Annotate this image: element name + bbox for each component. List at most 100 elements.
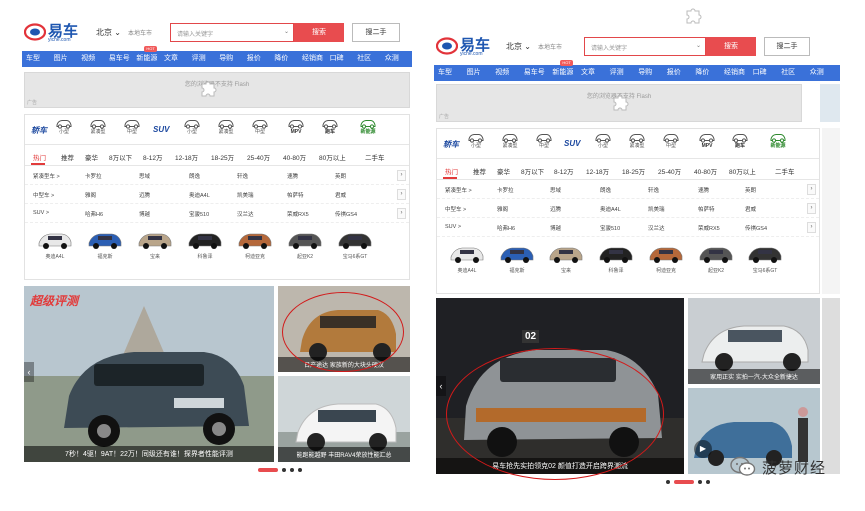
price-tab[interactable]: 推荐 xyxy=(61,152,74,162)
model-link[interactable]: 宝骏510 xyxy=(600,224,620,232)
car-thumbnail[interactable]: 福克斯 xyxy=(497,241,537,274)
chevron-right-icon[interactable]: › xyxy=(807,184,816,195)
model-link[interactable]: 君威 xyxy=(745,205,756,213)
model-link[interactable]: 轩逸 xyxy=(237,172,248,180)
prev-slide-button[interactable]: ‹ xyxy=(24,362,34,382)
price-tab[interactable]: 12-18万 xyxy=(586,166,609,176)
car-type-item[interactable]: 中型 xyxy=(658,132,684,150)
nav-item[interactable]: 新能源 HOT xyxy=(552,60,573,81)
featured-slide-main[interactable]: 超级评测 ‹ 7秒！4驱！9AT！22万！同级还有谁！探界者性能评测 xyxy=(24,286,274,462)
model-link[interactable]: 凯美瑞 xyxy=(237,191,254,199)
price-tab[interactable]: 热门 xyxy=(445,166,458,176)
nav-item[interactable]: 文章 xyxy=(581,65,595,81)
model-link[interactable]: 轩逸 xyxy=(648,186,659,194)
model-link[interactable]: 荣威RX5 xyxy=(287,210,309,218)
price-tab[interactable]: 18-25万 xyxy=(622,166,645,176)
nav-item[interactable]: 车型 xyxy=(438,65,452,81)
nav-item[interactable]: 文章 xyxy=(164,51,178,67)
model-link[interactable]: 帕萨特 xyxy=(698,205,715,213)
model-link[interactable]: 英朗 xyxy=(745,186,756,194)
car-thumbnail[interactable]: 起亚K2 xyxy=(696,241,736,274)
price-tab[interactable]: 25-40万 xyxy=(247,152,270,162)
nav-item[interactable]: 经销商 xyxy=(302,51,323,67)
model-row-label[interactable]: 紧凑型车 > xyxy=(445,186,472,194)
model-link[interactable]: 凯美瑞 xyxy=(648,205,665,213)
car-type-item[interactable]: 小型 xyxy=(179,118,205,136)
model-link[interactable]: 雅阁 xyxy=(497,205,508,213)
model-link[interactable]: 传祺GS4 xyxy=(745,224,767,232)
car-thumbnail[interactable]: 柯迪亚克 xyxy=(235,227,275,260)
suv-group-label[interactable]: SUV xyxy=(564,139,580,148)
price-tab[interactable]: 推荐 xyxy=(473,166,486,176)
model-link[interactable]: 哈弗H6 xyxy=(497,224,515,232)
nav-item[interactable]: 众测 xyxy=(810,65,824,81)
model-link[interactable]: 传祺GS4 xyxy=(335,210,357,218)
nav-item[interactable]: 报价 xyxy=(667,65,681,81)
featured-slide-top[interactable]: 家用正实 实拍一汽-大众全新捷达 xyxy=(688,298,820,384)
price-tab[interactable]: 豪华 xyxy=(85,152,98,162)
model-link[interactable]: 博越 xyxy=(139,210,150,218)
search-input[interactable]: 请输入关键字 xyxy=(170,23,294,42)
model-link[interactable]: 荣威RX5 xyxy=(698,224,720,232)
car-type-item[interactable]: 中型 xyxy=(119,118,145,136)
model-link[interactable]: 奥迪A4L xyxy=(189,191,210,199)
price-tab[interactable]: 二手车 xyxy=(775,166,795,176)
nav-item[interactable]: 新能源 HOT xyxy=(136,46,157,67)
city-selector[interactable]: 北京 ⌄ xyxy=(506,41,531,52)
car-type-item[interactable]: 紧凑型 xyxy=(213,118,239,136)
car-type-item[interactable]: 小型 xyxy=(590,132,616,150)
model-row-label[interactable]: SUV > xyxy=(445,224,461,230)
nav-item[interactable]: 易车号 xyxy=(524,65,545,81)
car-thumbnail[interactable]: 奥迪A4L xyxy=(447,241,487,274)
model-link[interactable]: 帕萨特 xyxy=(287,191,304,199)
site-logo[interactable]: 易车 yiche.com xyxy=(436,36,490,57)
price-tab[interactable]: 40-80万 xyxy=(694,166,717,176)
carousel-dot[interactable] xyxy=(258,468,278,472)
search-dropdown-icon[interactable]: ⌄ xyxy=(696,42,701,49)
search-input[interactable]: 请输入关键字 xyxy=(584,37,706,56)
car-type-item[interactable]: MPV xyxy=(283,118,309,136)
nav-item[interactable]: 口碑 xyxy=(330,51,344,67)
car-type-item[interactable]: 紧凑型 xyxy=(85,118,111,136)
carousel-dot[interactable] xyxy=(282,468,286,472)
carousel-dot[interactable] xyxy=(290,468,294,472)
nav-item[interactable]: 评测 xyxy=(192,51,206,67)
model-link[interactable]: 宝骏510 xyxy=(189,210,209,218)
nav-item[interactable]: 社区 xyxy=(357,51,371,67)
chevron-right-icon[interactable]: › xyxy=(397,208,406,219)
model-link[interactable]: 朗逸 xyxy=(189,172,200,180)
carousel-dot[interactable] xyxy=(674,480,694,484)
used-car-button[interactable]: 搜二手 xyxy=(764,37,810,56)
featured-slide-bottom[interactable]: 能跑能越野 丰田RAV4荣放性能汇总 xyxy=(278,376,410,462)
car-type-item[interactable]: 新能源 xyxy=(765,132,791,150)
local-market-link[interactable]: 本地车市 xyxy=(538,42,562,51)
model-link[interactable]: 哈弗H6 xyxy=(85,210,103,218)
carousel-dot[interactable] xyxy=(298,468,302,472)
nav-item[interactable]: 众测 xyxy=(385,51,399,67)
chevron-right-icon[interactable]: › xyxy=(807,222,816,233)
play-video-icon[interactable]: ▶ xyxy=(694,440,712,458)
car-thumbnail[interactable]: 宝来 xyxy=(546,241,586,274)
model-link[interactable]: 汉兰达 xyxy=(237,210,254,218)
search-button[interactable]: 搜索 xyxy=(294,23,344,42)
price-tab[interactable]: 12-18万 xyxy=(175,152,198,162)
model-row-label[interactable]: 紧凑型车 > xyxy=(33,172,60,180)
model-link[interactable]: 卡罗拉 xyxy=(497,186,514,194)
price-tab[interactable]: 80万以上 xyxy=(729,166,756,176)
site-logo[interactable]: 易车 yiche.com xyxy=(24,22,78,43)
search-dropdown-icon[interactable]: ⌄ xyxy=(284,28,289,35)
price-tab[interactable]: 18-25万 xyxy=(211,152,234,162)
car-thumbnail[interactable]: 宝马6系GT xyxy=(745,241,785,274)
model-link[interactable]: 卡罗拉 xyxy=(85,172,102,180)
car-type-item[interactable]: 紧凑型 xyxy=(497,132,523,150)
price-tab[interactable]: 8万以下 xyxy=(521,166,544,176)
sedan-group-label[interactable]: 轿车 xyxy=(31,125,47,136)
car-type-item[interactable]: 跑车 xyxy=(727,132,753,150)
nav-item[interactable]: 视频 xyxy=(495,65,509,81)
price-tab[interactable]: 40-80万 xyxy=(283,152,306,162)
car-type-item[interactable]: 新能源 xyxy=(355,118,381,136)
model-link[interactable]: 奥迪A4L xyxy=(600,205,621,213)
nav-item[interactable]: 图片 xyxy=(467,65,481,81)
car-thumbnail[interactable]: 科鲁泽 xyxy=(185,227,225,260)
carousel-dot[interactable] xyxy=(706,480,710,484)
